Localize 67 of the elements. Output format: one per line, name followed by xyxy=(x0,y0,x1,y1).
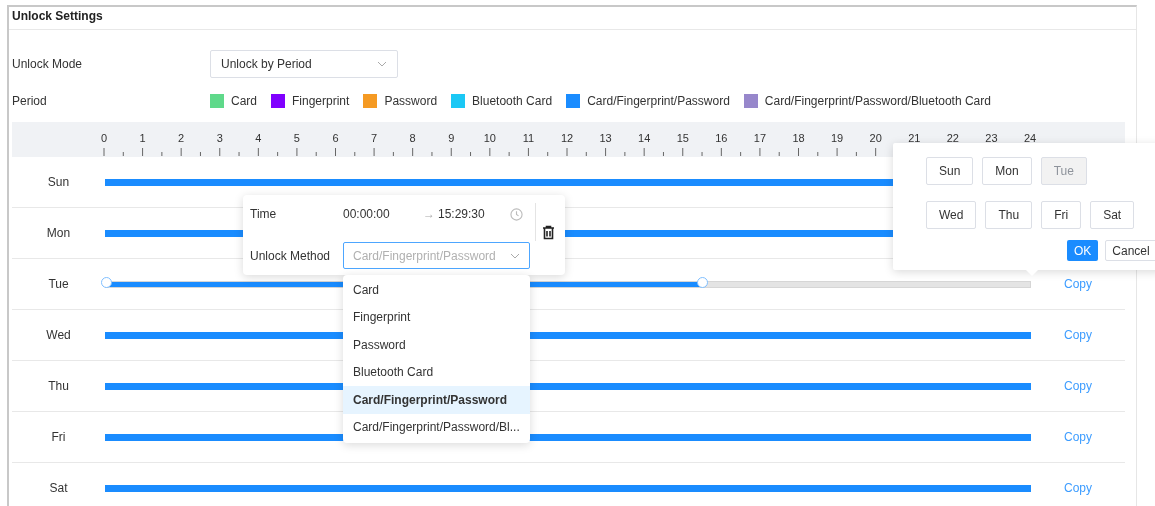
hour-label: 1 xyxy=(139,132,146,144)
hour-label: 16 xyxy=(715,132,728,144)
legend-label: Password xyxy=(384,94,438,108)
start-time[interactable]: 00:00:00 xyxy=(343,207,423,221)
legend-label: Bluetooth Card xyxy=(472,94,553,108)
hour-label: 4 xyxy=(255,132,262,144)
hour-label: 0 xyxy=(100,132,108,144)
hour-label: 24 xyxy=(1023,132,1037,144)
dropdown-option[interactable]: Fingerprint xyxy=(343,303,530,331)
chevron-down-icon xyxy=(510,252,520,259)
day-button[interactable]: Mon xyxy=(982,157,1032,185)
hour-label: 20 xyxy=(869,132,882,144)
unlock-method-label: Unlock Method xyxy=(250,248,332,263)
hour-label: 22 xyxy=(946,132,959,144)
end-handle[interactable] xyxy=(697,276,709,288)
day-label: Sun xyxy=(46,175,71,189)
hour-label: 21 xyxy=(908,132,921,144)
arrow-text: → xyxy=(423,207,436,221)
day-label: Fri xyxy=(50,430,67,444)
hour-label: 11 xyxy=(522,132,535,144)
hour-label: 15 xyxy=(676,132,689,144)
hour-label: 17 xyxy=(753,132,767,144)
hour-label: 18 xyxy=(792,132,805,144)
hour-label: 19 xyxy=(830,132,844,144)
hour-label: 8 xyxy=(409,132,416,144)
hour-label: 3 xyxy=(216,132,223,144)
trash-icon[interactable] xyxy=(542,225,555,240)
hour-label: 23 xyxy=(985,132,998,144)
hour-label: 13 xyxy=(599,132,612,144)
day-label: Tue xyxy=(47,277,70,291)
hour-label: 6 xyxy=(332,132,339,144)
day-button[interactable]: Wed xyxy=(926,201,977,229)
period-label: Period xyxy=(11,94,48,108)
hour-label: 12 xyxy=(560,132,574,144)
dropdown-option[interactable]: Password xyxy=(343,331,530,359)
day-label: Wed xyxy=(45,328,72,342)
time-bar[interactable] xyxy=(105,484,1031,492)
cancel-button[interactable]: Cancel xyxy=(1105,240,1155,261)
legend-label: Card/Fingerprint/Password xyxy=(587,94,730,108)
day-button[interactable]: Sun xyxy=(926,157,974,185)
time-label: Time xyxy=(250,207,278,221)
hour-label: 10 xyxy=(483,132,496,144)
day-button[interactable]: Thu xyxy=(985,201,1033,229)
dropdown-option[interactable]: Card/Fingerprint/Password xyxy=(343,386,530,414)
day-label: Sat xyxy=(48,481,69,495)
legend-label: Card/Fingerprint/Password/Bluetooth Card xyxy=(764,94,991,108)
hour-label: 2 xyxy=(178,132,185,144)
legend-label: Card xyxy=(231,94,257,108)
dropdown-option[interactable]: Card xyxy=(343,276,530,304)
section-title: Unlock Settings xyxy=(9,7,1136,30)
day-button[interactable]: Fri xyxy=(1041,201,1082,229)
end-time[interactable]: 15:29:30 xyxy=(438,207,508,221)
day-label: Mon xyxy=(45,226,72,240)
dropdown-option[interactable]: Bluetooth Card xyxy=(343,358,530,386)
legend-label: Fingerprint xyxy=(292,94,350,108)
unlock-mode-select[interactable]: Unlock by Period xyxy=(210,50,398,78)
start-handle[interactable] xyxy=(101,276,112,288)
dropdown-option[interactable]: Card/Fingerprint/Password/Bl... xyxy=(343,413,530,441)
clock-icon xyxy=(510,207,523,221)
chevron-down-icon xyxy=(377,61,387,67)
day-button[interactable]: Sat xyxy=(1090,201,1135,229)
hour-label: 5 xyxy=(293,132,300,144)
hour-label: 14 xyxy=(638,132,651,144)
day-label: Thu xyxy=(47,379,70,393)
hour-label: 7 xyxy=(371,132,378,144)
unlock-mode-label: Unlock Mode xyxy=(11,57,84,71)
hour-label: 9 xyxy=(448,132,455,144)
